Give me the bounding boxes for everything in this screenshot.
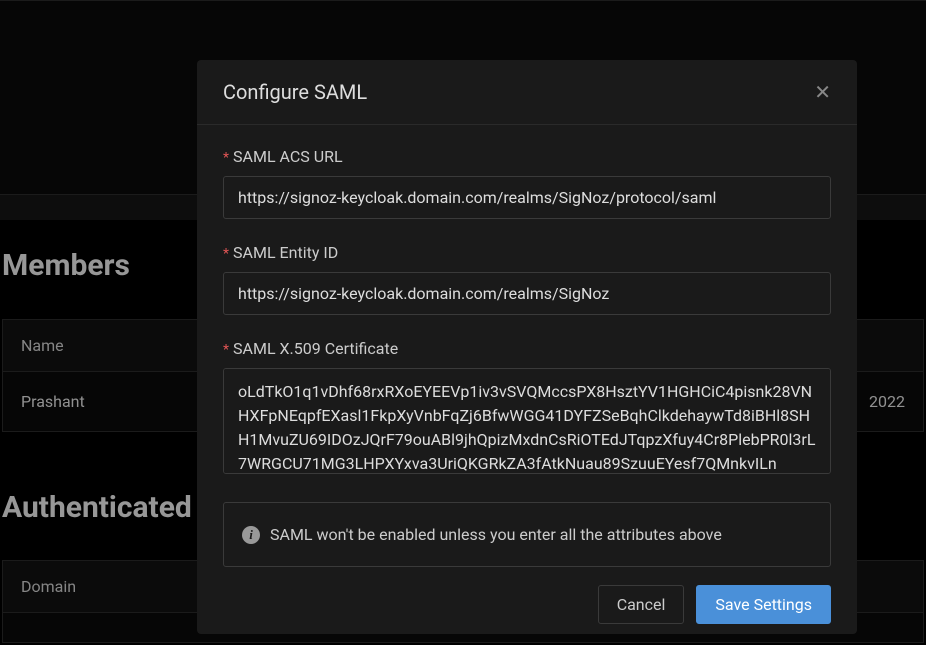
saml-acs-url-input[interactable] [223, 176, 831, 219]
form-group-acs-url: *SAML ACS URL [223, 147, 831, 219]
modal-footer: Cancel Save Settings [197, 585, 857, 634]
form-group-certificate: *SAML X.509 Certificate [223, 339, 831, 478]
saml-entity-id-input[interactable] [223, 272, 831, 315]
label-certificate: *SAML X.509 Certificate [223, 339, 831, 358]
label-acs-url: *SAML ACS URL [223, 147, 831, 166]
configure-saml-modal: Configure SAML ✕ *SAML ACS URL *SAML Ent… [197, 60, 857, 634]
cancel-button[interactable]: Cancel [598, 585, 685, 624]
form-group-entity-id: *SAML Entity ID [223, 243, 831, 315]
required-mark: * [223, 342, 229, 358]
label-entity-id: *SAML Entity ID [223, 243, 831, 262]
label-text: SAML Entity ID [233, 243, 338, 262]
modal-header: Configure SAML ✕ [197, 60, 857, 125]
info-icon: i [242, 526, 260, 544]
label-text: SAML X.509 Certificate [233, 339, 398, 358]
required-mark: * [223, 150, 229, 166]
close-icon[interactable]: ✕ [814, 82, 831, 102]
required-mark: * [223, 246, 229, 262]
info-box: i SAML won't be enabled unless you enter… [223, 502, 831, 567]
save-settings-button[interactable]: Save Settings [696, 585, 831, 624]
modal-title: Configure SAML [223, 80, 367, 104]
saml-certificate-textarea[interactable] [223, 368, 831, 474]
info-text: SAML won't be enabled unless you enter a… [270, 525, 722, 544]
label-text: SAML ACS URL [233, 147, 343, 166]
modal-body: *SAML ACS URL *SAML Entity ID *SAML X.50… [197, 125, 857, 567]
